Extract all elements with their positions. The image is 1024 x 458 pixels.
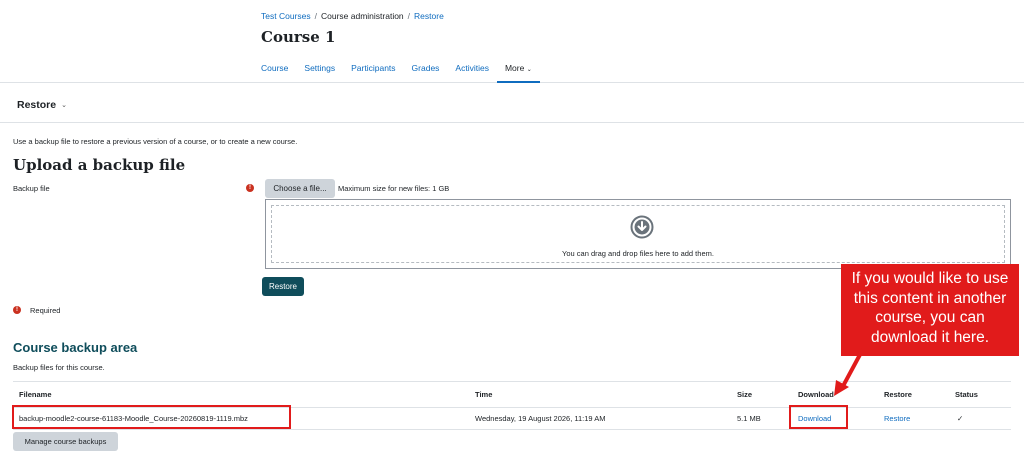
manage-backups-button[interactable]: Manage course backups <box>13 432 118 451</box>
restore-link[interactable]: Restore <box>884 414 910 423</box>
file-dropzone[interactable]: You can drag and drop files here to add … <box>265 199 1011 269</box>
breadcrumb-separator: / <box>407 11 411 21</box>
tab-participants[interactable]: Participants <box>343 58 403 83</box>
breadcrumb-course-administration: Course administration <box>320 11 404 21</box>
choose-file-button[interactable]: Choose a file... <box>265 179 335 198</box>
page-header: Test Courses / Course administration / R… <box>0 0 1024 83</box>
annotation-callout: If you would like to use this content in… <box>841 264 1019 356</box>
tab-grades[interactable]: Grades <box>404 58 448 83</box>
restore-intro-text: Use a backup file to restore a previous … <box>13 137 298 146</box>
status-check-icon: ✓ <box>949 407 1011 430</box>
upload-heading: Upload a backup file <box>13 156 186 174</box>
dropzone-text: You can drag and drop files here to add … <box>562 249 714 258</box>
max-size-text: Maximum size for new files: 1 GB <box>338 184 450 193</box>
backup-file-label: Backup file <box>13 184 50 193</box>
breadcrumb-test-courses[interactable]: Test Courses <box>261 11 311 21</box>
dropzone-inner: You can drag and drop files here to add … <box>271 205 1005 263</box>
breadcrumb-restore[interactable]: Restore <box>414 11 444 21</box>
column-header-time: Time <box>469 381 731 408</box>
course-nav: Course Settings Participants Grades Acti… <box>253 58 540 83</box>
download-highlight-box <box>789 405 848 429</box>
annotation-arrow-icon <box>834 348 865 396</box>
chevron-down-icon: ⌄ <box>61 102 67 109</box>
required-icon: ! <box>13 306 21 314</box>
column-header-size: Size <box>731 381 792 408</box>
tab-settings[interactable]: Settings <box>296 58 343 83</box>
download-arrow-icon <box>630 215 654 239</box>
backup-area-heading: Course backup area <box>13 340 138 355</box>
breadcrumb-separator: / <box>314 11 317 21</box>
restore-menu-dropdown[interactable]: Restore ⌄ <box>17 99 67 111</box>
restore-button[interactable]: Restore <box>262 277 304 296</box>
tab-course[interactable]: Course <box>253 58 296 83</box>
filename-highlight-box <box>12 405 291 429</box>
required-icon: ! <box>246 184 254 192</box>
restore-menu-label: Restore <box>17 99 57 111</box>
backup-time: Wednesday, 19 August 2026, 11:19 AM <box>469 407 731 430</box>
column-header-status: Status <box>949 381 1011 408</box>
tab-more-label: More <box>504 63 525 73</box>
column-header-filename: Filename <box>13 381 469 408</box>
tab-more[interactable]: More ⌄ <box>496 58 540 83</box>
breadcrumb: Test Courses / Course administration / R… <box>261 11 444 21</box>
tertiary-nav: Restore ⌄ <box>0 84 1024 123</box>
chevron-down-icon: ⌄ <box>526 67 532 73</box>
backup-size: 5.1 MB <box>731 407 792 430</box>
backup-area-description: Backup files for this course. <box>13 363 105 372</box>
required-legend: Required <box>30 306 61 315</box>
column-header-restore: Restore <box>878 381 949 408</box>
page-title: Course 1 <box>261 28 336 46</box>
tab-activities[interactable]: Activities <box>447 58 497 83</box>
